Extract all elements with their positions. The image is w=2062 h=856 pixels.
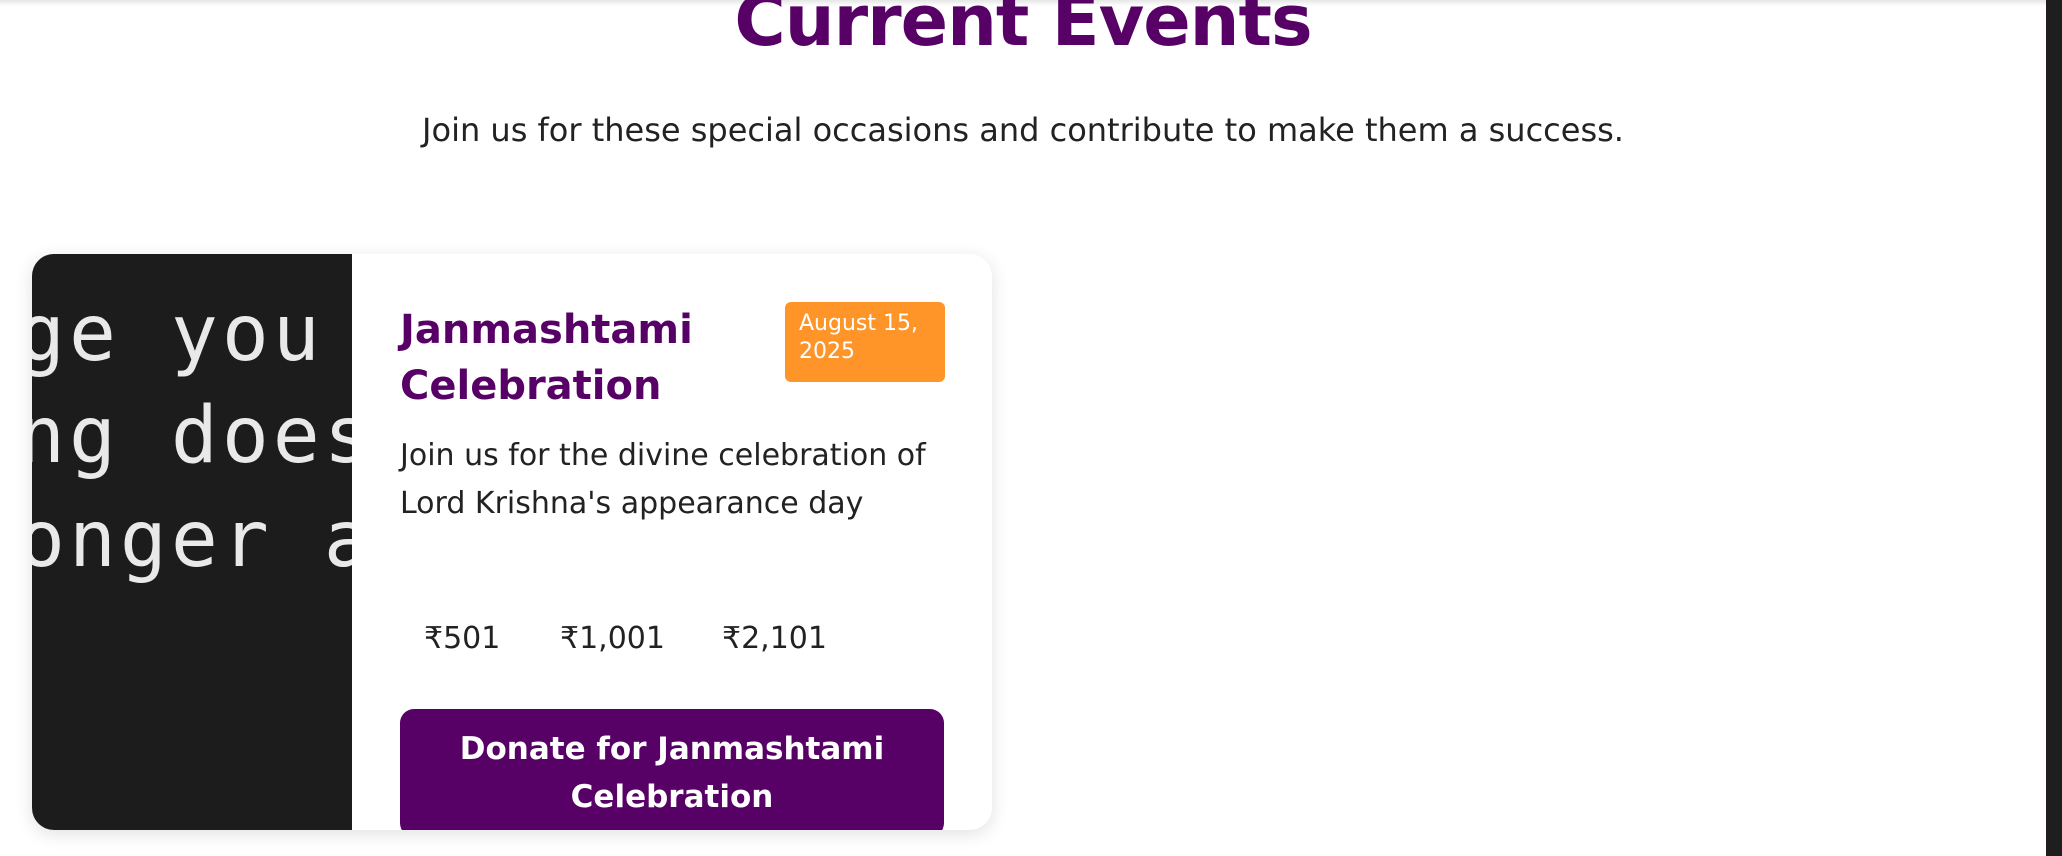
event-image: ge you a ng does onger a (32, 254, 352, 830)
event-image-text-line: ge you a (32, 289, 352, 379)
donation-amount-options: ₹501 ₹1,001 ₹2,101 (400, 614, 944, 664)
event-date-badge: August 15, 2025 (785, 302, 945, 382)
event-card: ge you a ng does onger a Janmashtami Cel… (32, 254, 992, 830)
event-description: Join us for the divine celebration of Lo… (400, 438, 926, 521)
donation-amount-option[interactable]: ₹2,101 (722, 614, 827, 664)
donation-amount-option[interactable]: ₹1,001 (560, 614, 665, 664)
page: Current Events Join us for these special… (0, 0, 2062, 856)
event-image-text-line: onger a (32, 495, 352, 585)
event-title: Janmashtami Celebration (400, 307, 693, 409)
event-image-text-line: ng does (32, 391, 352, 481)
section-subtitle: Join us for these special occasions and … (422, 111, 1624, 149)
section-title: Current Events (734, 0, 1312, 62)
scrollbar[interactable] (2046, 0, 2062, 856)
donate-button[interactable]: Donate for Janmashtami Celebration (400, 709, 944, 830)
donation-amount-option[interactable]: ₹501 (424, 614, 500, 664)
